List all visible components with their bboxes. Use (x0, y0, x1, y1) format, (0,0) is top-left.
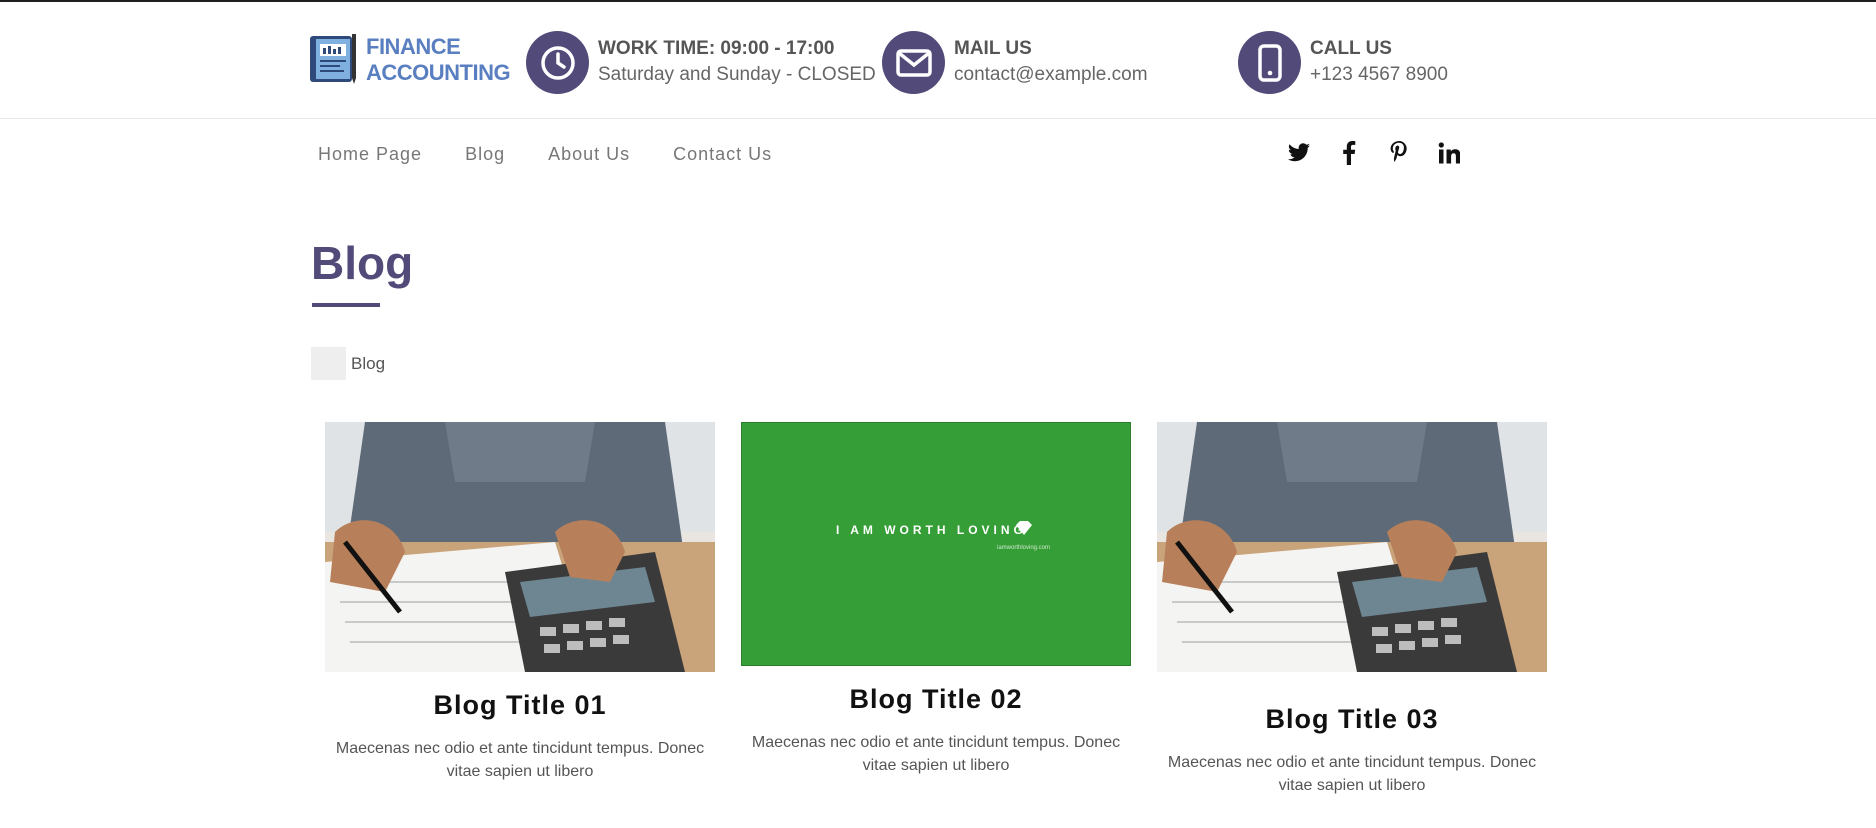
page-title: Blog (311, 237, 414, 289)
work-time-sub: Saturday and Sunday - CLOSED (598, 64, 876, 85)
nav-home[interactable]: Home Page (318, 144, 422, 165)
blog-card[interactable]: I AM WORTH LOVING iamworthloving.com Blo… (741, 422, 1131, 777)
breadcrumb-home[interactable] (311, 347, 346, 380)
mail-title: MAIL US (954, 38, 1032, 59)
blog-card[interactable]: Blog Title 01 Maecenas nec odio et ante … (325, 422, 715, 783)
brand-line-1: FINANCE (366, 34, 461, 59)
call-title: CALL US (1310, 38, 1392, 59)
calculator-photo (1157, 422, 1547, 672)
main-nav: Home Page Blog About Us Contact Us (318, 144, 815, 165)
linkedin-icon[interactable] (1436, 140, 1462, 166)
site-header: FINANCE ACCOUNTING WORK TIME: 09:00 - 17… (0, 2, 1876, 119)
blog-card-image[interactable]: I AM WORTH LOVING iamworthloving.com (741, 422, 1131, 666)
nav-blog[interactable]: Blog (465, 144, 505, 165)
blog-card-title[interactable]: Blog Title 03 (1157, 704, 1547, 735)
breadcrumb: Blog (311, 347, 385, 380)
twitter-icon[interactable] (1286, 140, 1312, 166)
calculator-photo (325, 422, 715, 672)
brand-name: FINANCE ACCOUNTING (366, 34, 511, 86)
clock-icon (526, 31, 589, 94)
title-underline (312, 303, 380, 307)
phone-icon (1238, 31, 1301, 94)
blog-card-text: Maecenas nec odio et ante tincidunt temp… (335, 740, 705, 780)
blog-card-title[interactable]: Blog Title 01 (325, 690, 715, 721)
ledger-icon (310, 34, 356, 84)
blog-card[interactable]: Blog Title 03 Maecenas nec odio et ante … (1157, 422, 1547, 797)
phone-number[interactable]: +123 4567 8900 (1310, 64, 1448, 86)
pinterest-icon[interactable] (1386, 140, 1412, 166)
blog-card-image[interactable] (1157, 422, 1547, 672)
blog-card-title[interactable]: Blog Title 02 (741, 684, 1131, 715)
nav-about[interactable]: About Us (548, 144, 630, 165)
image-slogan: I AM WORTH LOVING (836, 523, 1027, 537)
brand-logo[interactable]: FINANCE ACCOUNTING (308, 30, 511, 90)
blog-card-image[interactable] (325, 422, 715, 672)
image-url: iamworthloving.com (997, 545, 1051, 551)
blog-card-text: Maecenas nec odio et ante tincidunt temp… (751, 734, 1121, 774)
mail-address[interactable]: contact@example.com (954, 64, 1148, 86)
envelope-icon (882, 31, 945, 94)
diamond-icon (1014, 520, 1034, 541)
social-links (1286, 140, 1462, 166)
work-time-title: WORK TIME: 09:00 - 17:00 (598, 38, 835, 59)
brand-line-2: ACCOUNTING (366, 60, 511, 85)
breadcrumb-current: Blog (351, 353, 386, 373)
nav-contact[interactable]: Contact Us (673, 144, 772, 165)
blog-card-text: Maecenas nec odio et ante tincidunt temp… (1167, 754, 1537, 794)
facebook-icon[interactable] (1336, 140, 1362, 166)
